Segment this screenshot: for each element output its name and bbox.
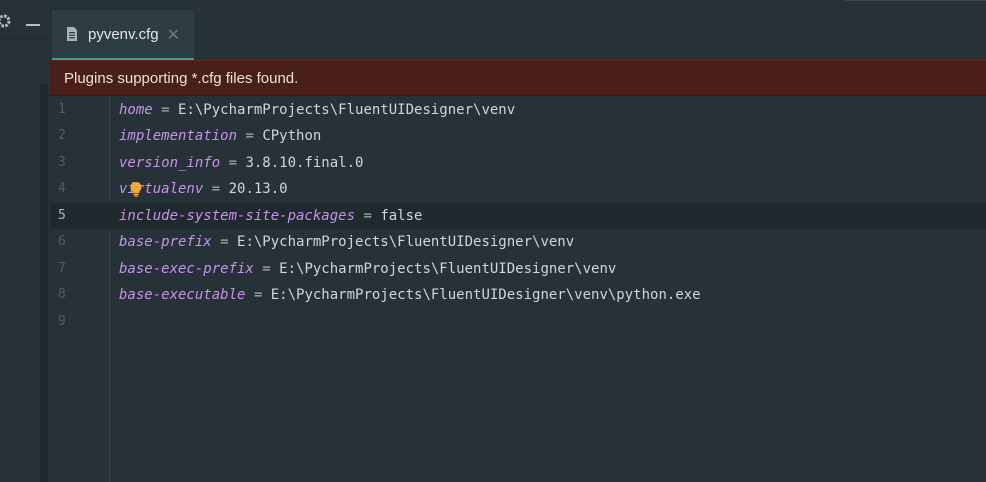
config-key: base-executable	[119, 287, 246, 303]
ide-window: pyvenv.cfg ✕ Plugins supporting *.cfg fi…	[0, 0, 986, 482]
line-number: 9	[58, 313, 66, 329]
code-line[interactable]: 7 base-exec-prefix = E:\PycharmProjects\F…	[50, 256, 986, 283]
tabbar-divider	[844, 0, 986, 1]
line-code: base-prefix = E:\PycharmProjects\FluentU…	[119, 229, 574, 256]
line-code: base-exec-prefix = E:\PycharmProjects\Fl…	[119, 256, 616, 283]
line-number: 6	[58, 234, 66, 249]
line-code: implementation = CPython	[119, 123, 321, 150]
code-line[interactable]: 6 base-prefix = E:\PycharmProjects\Fluent…	[50, 229, 986, 256]
code-line[interactable]: 4 virtualenv = 20.13.0	[50, 176, 986, 203]
tool-window-strip	[0, 0, 50, 482]
config-key: base-exec-prefix	[119, 260, 254, 277]
assignment-operator: =	[211, 234, 238, 250]
line-number: 7	[58, 260, 66, 276]
tab-label: pyvenv.cfg	[88, 25, 159, 43]
config-key: home	[119, 101, 153, 118]
config-value: 3.8.10.final.0	[245, 154, 364, 171]
assignment-operator: =	[237, 128, 263, 144]
line-code: version_info = 3.8.10.final.0	[119, 150, 363, 177]
tool-window-edge	[40, 84, 48, 482]
code-line[interactable]: 9	[50, 309, 986, 336]
line-number: 1	[58, 101, 66, 117]
config-value: CPython	[262, 128, 322, 144]
plugin-suggestion-banner: Plugins supporting *.cfg files found.	[50, 60, 986, 96]
config-key: version_info	[119, 154, 221, 171]
line-number: 3	[58, 154, 66, 170]
code-line[interactable]: 5 include-system-site-packages = false	[50, 202, 986, 230]
line-code: home = E:\PycharmProjects\FluentUIDesign…	[119, 97, 515, 124]
line-number: 5	[58, 207, 66, 223]
config-value: E:\PycharmProjects\FluentUIDesigner\venv	[178, 101, 516, 118]
assignment-operator: =	[355, 207, 381, 224]
config-key: implementation	[119, 128, 238, 144]
code-line[interactable]: 3 version_info = 3.8.10.final.0	[50, 150, 986, 177]
editor-tab-bar: pyvenv.cfg ✕	[50, 0, 986, 60]
code-line[interactable]: 8 base-executable = E:\PycharmProjects\Fl…	[50, 282, 986, 309]
line-code: virtualenv = 20.13.0	[119, 176, 288, 203]
banner-text: Plugins supporting *.cfg files found.	[64, 69, 299, 87]
assignment-operator: =	[245, 287, 271, 303]
tab-pyvenv-cfg[interactable]: pyvenv.cfg ✕	[52, 10, 194, 60]
config-value: E:\PycharmProjects\FluentUIDesigner\venv	[237, 234, 575, 250]
config-value: 20.13.0	[228, 181, 288, 197]
config-value: E:\PycharmProjects\FluentUIDesigner\venv…	[270, 287, 701, 303]
assignment-operator: =	[152, 101, 179, 118]
code-line[interactable]: 1 home = E:\PycharmProjects\FluentUIDesig…	[50, 97, 986, 124]
line-code: include-system-site-packages = false	[119, 203, 422, 230]
lightbulb-icon[interactable]	[129, 181, 143, 197]
code-line[interactable]: 2 implementation = CPython	[50, 123, 986, 150]
assignment-operator: =	[253, 260, 280, 277]
line-number: 4	[58, 181, 66, 196]
code-editor[interactable]: 1 home = E:\PycharmProjects\FluentUIDesig…	[50, 96, 986, 482]
gear-icon[interactable]	[0, 13, 12, 29]
config-key: base-prefix	[119, 234, 212, 250]
config-key: include-system-site-packages	[119, 207, 356, 224]
close-icon[interactable]: ✕	[167, 25, 180, 44]
config-value: E:\PycharmProjects\FluentUIDesigner\venv	[279, 260, 617, 277]
assignment-operator: =	[220, 154, 246, 171]
strip-divider	[0, 38, 50, 39]
line-code: base-executable = E:\PycharmProjects\Flu…	[119, 282, 701, 309]
line-number: 2	[58, 128, 66, 143]
line-number: 8	[58, 287, 66, 302]
assignment-operator: =	[203, 181, 229, 197]
minimize-icon[interactable]	[26, 24, 40, 26]
config-value: false	[380, 207, 423, 224]
config-file-icon	[67, 27, 77, 41]
